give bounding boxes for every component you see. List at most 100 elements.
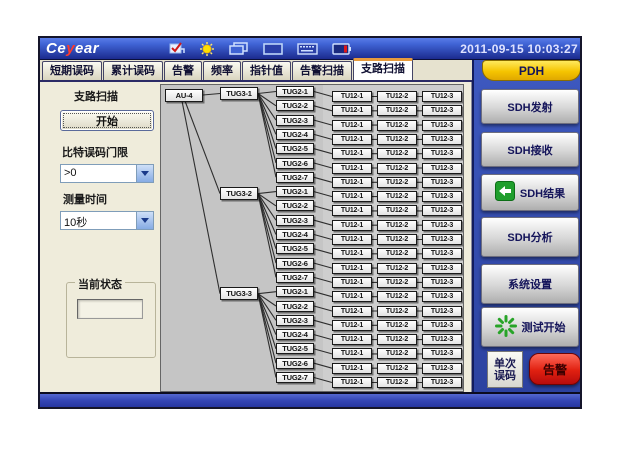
- tree-node[interactable]: TU12-3: [422, 205, 462, 216]
- tree-node[interactable]: TUG2-5: [276, 243, 314, 254]
- tree-node[interactable]: TUG2-4: [276, 329, 314, 340]
- tree-node[interactable]: TUG2-3: [276, 215, 314, 226]
- tab-4[interactable]: 频率: [203, 61, 241, 80]
- tree-node[interactable]: TU12-1: [332, 263, 372, 274]
- tree-node[interactable]: TUG2-1: [276, 186, 314, 197]
- tree-node[interactable]: TU12-2: [377, 363, 417, 374]
- tree-node[interactable]: TU12-1: [332, 177, 372, 188]
- nav-button-3[interactable]: SDH结果: [481, 174, 579, 211]
- tree-node[interactable]: TUG3-3: [220, 287, 258, 300]
- tree-node[interactable]: TU12-2: [377, 277, 417, 288]
- tree-node[interactable]: TUG3-1: [220, 87, 258, 100]
- single-error-button[interactable]: 单次 误码: [487, 351, 523, 388]
- tree-node[interactable]: TU12-2: [377, 320, 417, 331]
- tree-node[interactable]: TU12-2: [377, 120, 417, 131]
- tree-node[interactable]: TU12-2: [377, 348, 417, 359]
- tree-node[interactable]: TU12-3: [422, 306, 462, 317]
- tree-node[interactable]: TU12-1: [332, 248, 372, 259]
- tree-node[interactable]: TUG2-6: [276, 358, 314, 369]
- tree-node[interactable]: TU12-2: [377, 163, 417, 174]
- tree-node[interactable]: TUG2-7: [276, 172, 314, 183]
- tree-node[interactable]: TU12-2: [377, 291, 417, 302]
- tree-node[interactable]: TUG2-1: [276, 286, 314, 297]
- tree-node[interactable]: TUG2-5: [276, 143, 314, 154]
- tree-node[interactable]: TUG2-2: [276, 200, 314, 211]
- tree-node[interactable]: TUG2-1: [276, 86, 314, 97]
- tree-node[interactable]: TU12-2: [377, 134, 417, 145]
- tab-1[interactable]: 短期误码: [42, 61, 102, 80]
- tab-2[interactable]: 累计误码: [103, 61, 163, 80]
- tree-node[interactable]: TU12-2: [377, 105, 417, 116]
- tree-node[interactable]: TU12-3: [422, 120, 462, 131]
- tree-node[interactable]: TU12-1: [332, 291, 372, 302]
- threshold-dropdown-arrow-icon[interactable]: [136, 165, 153, 182]
- tree-node[interactable]: TU12-1: [332, 205, 372, 216]
- tree-node[interactable]: TU12-1: [332, 191, 372, 202]
- tree-node[interactable]: TU12-1: [332, 234, 372, 245]
- tree-node[interactable]: TU12-1: [332, 134, 372, 145]
- tab-5[interactable]: 指针值: [242, 61, 291, 80]
- tree-node[interactable]: TU12-1: [332, 306, 372, 317]
- nav-button-2[interactable]: SDH接收: [481, 132, 579, 167]
- tree-node[interactable]: TU12-1: [332, 348, 372, 359]
- tree-node[interactable]: TU12-3: [422, 177, 462, 188]
- nav-button-4[interactable]: SDH分析: [481, 217, 579, 257]
- cascade-windows-icon[interactable]: [229, 42, 249, 55]
- threshold-dropdown[interactable]: >0: [60, 164, 154, 183]
- tree-node[interactable]: TU12-1: [332, 163, 372, 174]
- tree-node[interactable]: TU12-1: [332, 220, 372, 231]
- tree-node[interactable]: TU12-3: [422, 263, 462, 274]
- tree-node[interactable]: TU12-3: [422, 191, 462, 202]
- tree-node[interactable]: TU12-2: [377, 205, 417, 216]
- tree-node[interactable]: TU12-2: [377, 234, 417, 245]
- tree-node[interactable]: TU12-2: [377, 334, 417, 345]
- tree-node[interactable]: TUG2-6: [276, 158, 314, 169]
- tree-node[interactable]: TUG2-4: [276, 229, 314, 240]
- tab-3[interactable]: 告警: [164, 61, 202, 80]
- nav-button-1[interactable]: SDH发射: [481, 89, 579, 124]
- tree-node[interactable]: TU12-1: [332, 363, 372, 374]
- tree-node[interactable]: TU12-2: [377, 220, 417, 231]
- tree-node[interactable]: TU12-3: [422, 248, 462, 259]
- tree-node[interactable]: TU12-1: [332, 334, 372, 345]
- tree-node[interactable]: TU12-3: [422, 348, 462, 359]
- tree-node[interactable]: TU12-3: [422, 105, 462, 116]
- tree-node[interactable]: TU12-3: [422, 277, 462, 288]
- alarm-button[interactable]: 告警: [529, 353, 581, 385]
- tree-node[interactable]: TU12-3: [422, 320, 462, 331]
- nav-button-5[interactable]: 系统设置: [481, 264, 579, 304]
- tree-node[interactable]: TU12-2: [377, 263, 417, 274]
- tree-node[interactable]: TU12-3: [422, 134, 462, 145]
- tree-node[interactable]: TU12-3: [422, 220, 462, 231]
- tree-node[interactable]: TU12-3: [422, 148, 462, 159]
- tree-node[interactable]: TUG2-2: [276, 301, 314, 312]
- nav-button-6[interactable]: 测试开始: [481, 307, 579, 347]
- tree-node[interactable]: TUG2-5: [276, 343, 314, 354]
- tree-node[interactable]: TU12-3: [422, 234, 462, 245]
- tree-node[interactable]: TU12-2: [377, 177, 417, 188]
- tree-node[interactable]: TU12-1: [332, 320, 372, 331]
- tree-node[interactable]: TU12-3: [422, 334, 462, 345]
- tree-node[interactable]: TU12-2: [377, 306, 417, 317]
- tree-node[interactable]: TU12-1: [332, 91, 372, 102]
- tree-node[interactable]: TU12-3: [422, 163, 462, 174]
- tree-node[interactable]: TUG2-6: [276, 258, 314, 269]
- pdh-button[interactable]: PDH: [482, 60, 581, 81]
- tree-node[interactable]: TU12-1: [332, 148, 372, 159]
- tree-node[interactable]: TUG3-2: [220, 187, 258, 200]
- tab-7[interactable]: 支路扫描: [353, 58, 413, 80]
- keyboard-icon[interactable]: [297, 43, 318, 55]
- tree-node[interactable]: TUG2-4: [276, 129, 314, 140]
- tree-node[interactable]: TUG2-3: [276, 315, 314, 326]
- tree-node[interactable]: TU12-2: [377, 377, 417, 388]
- tree-node[interactable]: TU12-3: [422, 363, 462, 374]
- tab-6[interactable]: 告警扫描: [292, 61, 352, 80]
- tree-node[interactable]: AU-4: [165, 89, 203, 102]
- start-button[interactable]: 开始: [60, 110, 154, 131]
- tree-node[interactable]: TU12-1: [332, 120, 372, 131]
- screen-icon[interactable]: [263, 43, 283, 55]
- tree-node[interactable]: TU12-2: [377, 248, 417, 259]
- tree-node[interactable]: TU12-1: [332, 377, 372, 388]
- tree-node[interactable]: TU12-1: [332, 105, 372, 116]
- tree-node[interactable]: TUG2-7: [276, 272, 314, 283]
